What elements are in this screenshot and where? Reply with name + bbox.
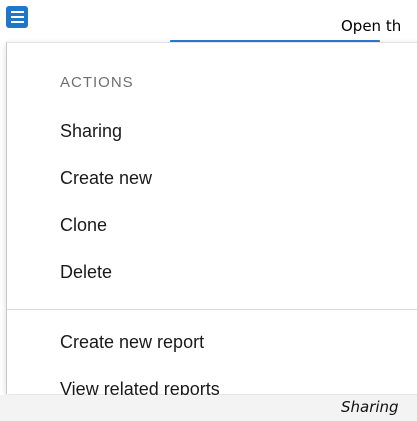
instruction-text: Open th (341, 17, 402, 35)
menu-bar-line (10, 16, 24, 18)
menu-item-create-new[interactable]: Create new (60, 168, 152, 189)
menu-item-create-new-report[interactable]: Create new report (60, 332, 204, 353)
actions-section-title: ACTIONS (60, 74, 134, 91)
actions-dropdown-menu: ACTIONS Sharing Create new Clone Delete … (6, 42, 417, 395)
menu-item-view-related-reports[interactable]: View related reports (60, 379, 220, 395)
menu-bar-line (10, 21, 24, 23)
menu-item-delete[interactable]: Delete (60, 262, 112, 283)
menu-item-clone[interactable]: Clone (60, 215, 107, 236)
hamburger-menu-icon[interactable] (6, 6, 28, 28)
menu-bar-line (10, 11, 24, 13)
menu-divider (7, 309, 417, 310)
menu-item-sharing[interactable]: Sharing (60, 121, 122, 142)
figure-caption: Sharing (341, 398, 399, 416)
